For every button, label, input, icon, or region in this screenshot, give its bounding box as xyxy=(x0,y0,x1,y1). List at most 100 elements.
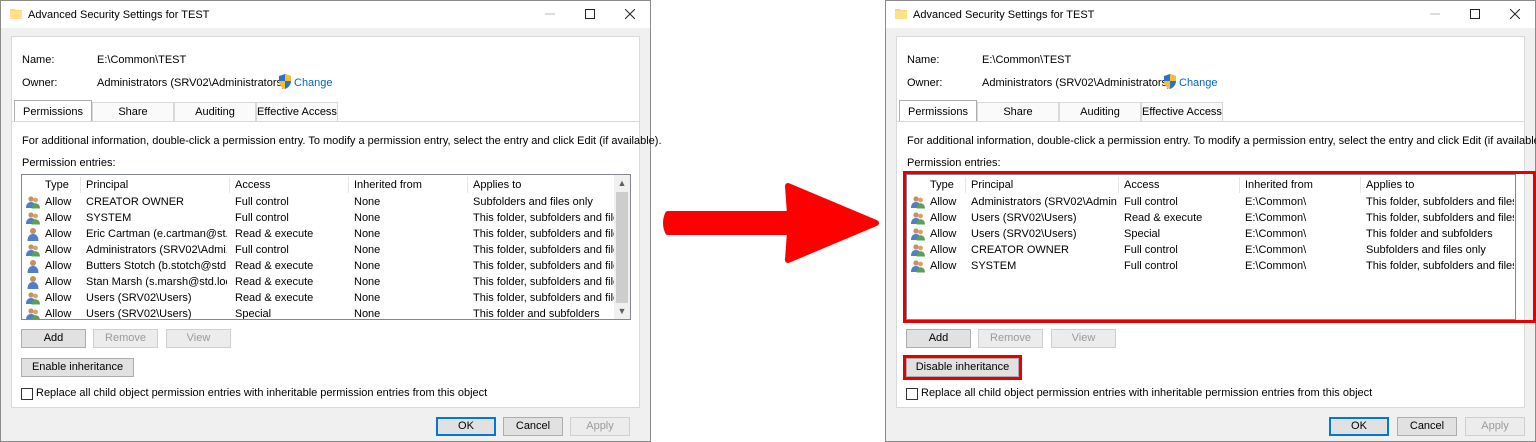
inheritance-highlight-box xyxy=(903,355,1022,380)
cell-applies-to: This folder, subfolders and files xyxy=(473,212,614,224)
close-icon xyxy=(624,8,636,20)
cell-inherited-from: None xyxy=(354,212,381,224)
close-button[interactable] xyxy=(1495,1,1535,28)
tab-effective-access[interactable]: Effective Access xyxy=(1141,102,1223,122)
main-panel: Name: E:\Common\TEST Owner: Administrato… xyxy=(896,36,1536,408)
replace-child-permissions-label: Replace all child object permission entr… xyxy=(36,387,488,399)
maximize-icon xyxy=(1470,9,1480,19)
cell-inherited-from: None xyxy=(354,260,381,272)
replace-child-permissions-checkbox[interactable] xyxy=(906,388,918,400)
name-value: E:\Common\TEST xyxy=(97,54,187,66)
cell-applies-to: This folder, subfolders and files xyxy=(473,260,614,272)
window-title: Advanced Security Settings for TEST xyxy=(913,9,1095,21)
enable-inheritance-button[interactable]: Enable inheritance xyxy=(21,358,134,377)
column-separator xyxy=(467,177,468,193)
owner-label: Owner: xyxy=(22,77,58,89)
table-row[interactable]: Allow CREATOR OWNER Full control None Subfol… xyxy=(22,194,630,210)
tab-permissions[interactable]: Permissions xyxy=(899,100,977,122)
cancel-button[interactable]: Cancel xyxy=(1397,417,1457,436)
scroll-up-icon[interactable]: ▲ xyxy=(614,175,630,191)
column-header-inherited-from[interactable]: Inherited from xyxy=(354,179,422,191)
remove-button[interactable]: Remove xyxy=(978,329,1043,348)
tab-share[interactable]: Share xyxy=(92,102,174,122)
maximize-button[interactable] xyxy=(1455,1,1495,28)
apply-button[interactable]: Apply xyxy=(1465,417,1525,436)
close-button[interactable] xyxy=(610,1,650,28)
cell-principal: Stan Marsh (s.marsh@std.loc... xyxy=(86,276,227,288)
cell-inherited-from: None xyxy=(354,308,381,320)
tab-auditing[interactable]: Auditing xyxy=(1059,102,1141,122)
remove-button[interactable]: Remove xyxy=(93,329,158,348)
replace-child-permissions-checkbox[interactable] xyxy=(21,388,33,400)
titlebar: Advanced Security Settings for TEST xyxy=(1,1,650,28)
window-title: Advanced Security Settings for TEST xyxy=(28,9,210,21)
view-button[interactable]: View xyxy=(1051,329,1116,348)
tab-divider xyxy=(897,121,1524,122)
cell-access: Full control xyxy=(235,244,289,256)
column-header-principal[interactable]: Principal xyxy=(86,179,128,191)
cell-type: Allow xyxy=(45,244,72,256)
add-button[interactable]: Add xyxy=(21,329,86,348)
table-row[interactable]: Allow Butters Stotch (b.stotch@std.... Rea… xyxy=(22,258,630,274)
tab-share[interactable]: Share xyxy=(977,102,1059,122)
view-button[interactable]: View xyxy=(166,329,231,348)
table-row[interactable]: Allow Users (SRV02\Users) Read & execute No… xyxy=(22,290,630,306)
column-header-access[interactable]: Access xyxy=(235,179,270,191)
user-icon xyxy=(26,259,40,273)
permission-entries-list[interactable]: Type Principal Access Inherited from App… xyxy=(21,174,631,320)
red-arrow-icon xyxy=(663,183,879,263)
column-separator xyxy=(80,177,81,193)
tab-auditing[interactable]: Auditing xyxy=(174,102,256,122)
minimize-button[interactable] xyxy=(1415,1,1455,28)
column-header-applies-to[interactable]: Applies to xyxy=(473,179,521,191)
permission-entries-label: Permission entries: xyxy=(22,157,116,169)
column-header-type[interactable]: Type xyxy=(45,179,69,191)
maximize-button[interactable] xyxy=(570,1,610,28)
info-text: For additional information, double-click… xyxy=(22,135,662,147)
cancel-button[interactable]: Cancel xyxy=(503,417,563,436)
table-row[interactable]: Allow Administrators (SRV02\Admi... Full c… xyxy=(22,242,630,258)
name-value: E:\Common\TEST xyxy=(982,54,1072,66)
cell-type: Allow xyxy=(45,196,72,208)
apply-button[interactable]: Apply xyxy=(570,417,630,436)
minimize-icon xyxy=(1430,13,1440,15)
cell-principal: Eric Cartman (e.cartman@st... xyxy=(86,228,227,240)
change-owner-link[interactable]: Change xyxy=(294,77,333,89)
cell-applies-to: This folder, subfolders and files xyxy=(473,276,614,288)
main-panel: Name: E:\Common\TEST Owner: Administrato… xyxy=(11,36,662,408)
user-icon xyxy=(26,227,40,241)
tab-effective-access[interactable]: Effective Access xyxy=(256,102,338,122)
cell-inherited-from: None xyxy=(354,292,381,304)
cell-applies-to: This folder and subfolders xyxy=(473,308,600,320)
table-row[interactable]: Allow SYSTEM Full control None This folder, … xyxy=(22,210,630,226)
close-icon xyxy=(1509,8,1521,20)
tab-permissions[interactable]: Permissions xyxy=(14,100,92,122)
cell-applies-to: This folder, subfolders and files xyxy=(473,228,614,240)
scroll-thumb[interactable] xyxy=(616,192,628,303)
change-owner-link[interactable]: Change xyxy=(1179,77,1218,89)
cell-applies-to: This folder, subfolders and files xyxy=(473,244,614,256)
left-security-window: Advanced Security Settings for TEST Name… xyxy=(0,0,662,442)
cell-principal: Administrators (SRV02\Admi... xyxy=(86,244,227,256)
minimize-button[interactable] xyxy=(530,1,570,28)
titlebar: Advanced Security Settings for TEST xyxy=(886,1,1535,28)
folder-icon xyxy=(895,9,907,19)
ok-button[interactable]: OK xyxy=(1329,417,1389,436)
table-row[interactable]: Allow Eric Cartman (e.cartman@st... Read &… xyxy=(22,226,630,242)
uac-shield-icon xyxy=(1164,74,1176,89)
replace-child-permissions-label: Replace all child object permission entr… xyxy=(921,387,1373,399)
scroll-down-icon[interactable]: ▼ xyxy=(614,303,630,319)
ok-button[interactable]: OK xyxy=(436,417,496,436)
cell-access: Full control xyxy=(235,212,289,224)
cell-principal: Butters Stotch (b.stotch@std.... xyxy=(86,260,227,272)
cell-access: Read & execute xyxy=(235,260,314,272)
table-row[interactable]: Allow Stan Marsh (s.marsh@std.loc... Read … xyxy=(22,274,630,290)
cell-principal: CREATOR OWNER xyxy=(86,196,184,208)
vertical-scrollbar[interactable]: ▲ ▼ xyxy=(614,175,630,319)
table-row[interactable]: Allow Users (SRV02\Users) Special None This … xyxy=(22,306,630,320)
entries-highlight-box xyxy=(903,171,1536,323)
add-button[interactable]: Add xyxy=(906,329,971,348)
cell-type: Allow xyxy=(45,308,72,320)
column-separator xyxy=(348,177,349,193)
owner-value: Administrators (SRV02\Administrators) xyxy=(982,77,1171,89)
